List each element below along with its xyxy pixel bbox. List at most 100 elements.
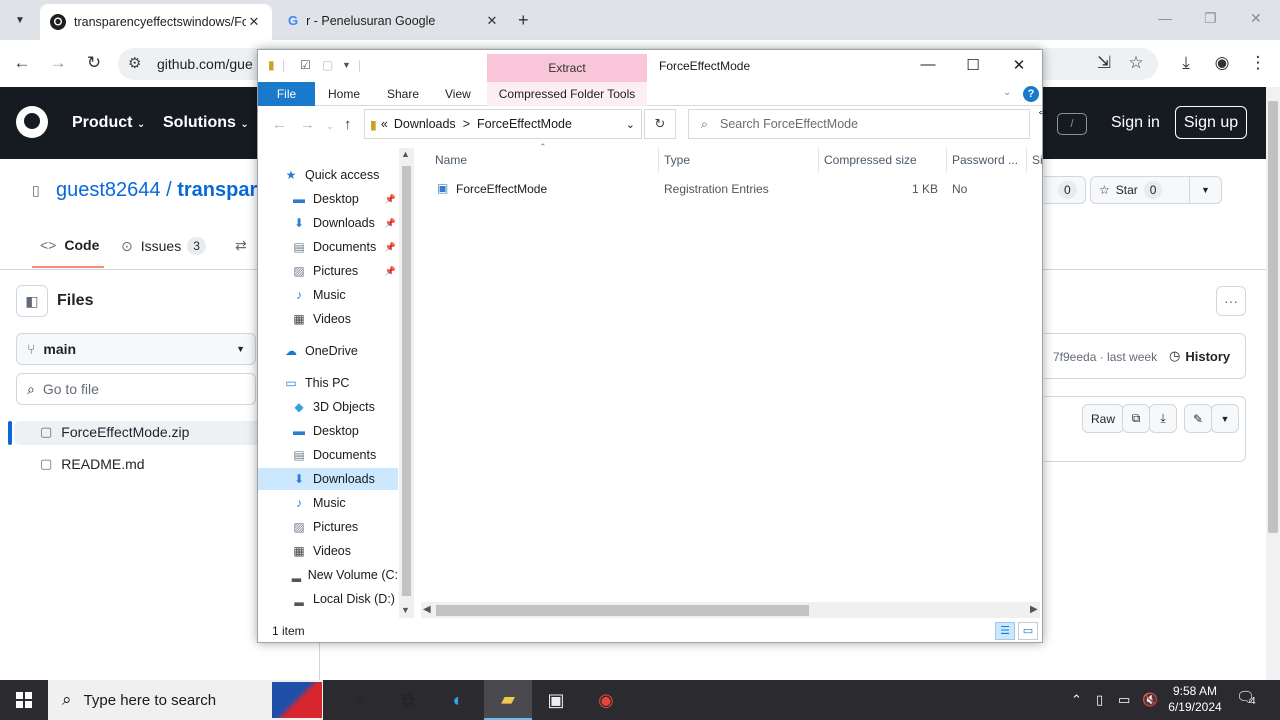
collapse-file-tree-button[interactable]: ◧	[16, 285, 48, 317]
reload-icon[interactable]: ↻	[82, 53, 106, 73]
tree-item-zip[interactable]: ▢ ForceEffectMode.zip	[40, 424, 189, 440]
tab-pull-requests[interactable]: ⇄	[235, 237, 255, 254]
nav-pane-scrollbar-thumb[interactable]	[402, 166, 411, 596]
nav-3d-objects[interactable]: ◆ 3D Objects	[258, 396, 398, 418]
nav-this-pc[interactable]: ▭ This PC	[258, 372, 398, 394]
customize-qat-icon[interactable]: ▼	[342, 60, 351, 70]
new-folder-icon[interactable]: ▢	[322, 58, 333, 72]
close-tab-icon[interactable]: ✕	[484, 13, 500, 29]
start-button[interactable]	[0, 680, 48, 720]
install-app-icon[interactable]: ⇲	[1093, 53, 1115, 73]
repo-owner-link[interactable]: guest82644	[56, 179, 161, 201]
close-window-icon[interactable]: ✕	[1250, 10, 1262, 27]
tab-search-button[interactable]: ▼	[8, 8, 32, 32]
column-name[interactable]: Name	[435, 153, 467, 167]
bookmark-star-icon[interactable]: ☆	[1125, 53, 1147, 73]
show-hidden-icons[interactable]: ⌃	[1071, 692, 1082, 708]
repo-name-link[interactable]: transpare	[177, 179, 268, 201]
nav-pc-desktop[interactable]: ▬ Desktop	[258, 420, 398, 442]
large-icons-view-button[interactable]: ▭	[1018, 622, 1038, 640]
scroll-right-icon[interactable]: ▶	[1030, 604, 1038, 615]
go-to-file-input[interactable]: ⌕ Go to file	[16, 373, 256, 405]
properties-icon[interactable]: ☑	[300, 58, 311, 72]
ribbon-share-tab[interactable]: Share	[387, 87, 419, 101]
column-compressed-size[interactable]: Compressed size	[824, 153, 917, 167]
minimize-icon[interactable]: —	[918, 56, 938, 73]
nav-pc-downloads[interactable]: ⬇ Downloads	[258, 468, 398, 490]
back-arrow-icon[interactable]: ←	[10, 53, 34, 73]
nav-qa-pictures[interactable]: ▨ Pictures 📌	[258, 260, 398, 282]
nav-onedrive[interactable]: ☁ OneDrive	[258, 340, 398, 362]
crumb-separator[interactable]: >	[463, 117, 470, 131]
nav-pc-documents[interactable]: ▤ Documents	[258, 444, 398, 466]
download-icon[interactable]: ⤓	[1175, 53, 1197, 73]
github-logo-icon[interactable]	[16, 106, 48, 138]
download-raw-button[interactable]: ⤓	[1149, 404, 1177, 433]
browser-tab-google[interactable]: G r - Penelusuran Google ✕	[278, 5, 510, 36]
explorer-search-input[interactable]: ⌕ Search ForceEffectMode	[688, 109, 1030, 139]
nav-pc-videos[interactable]: ▦ Videos	[258, 540, 398, 562]
file-row[interactable]: ▣ ForceEffectMode Registration Entries 1…	[433, 178, 1028, 200]
recent-locations-icon[interactable]: ⌄	[326, 121, 334, 132]
crumb-downloads[interactable]: Downloads	[394, 117, 456, 131]
new-tab-button[interactable]: +	[518, 10, 529, 31]
horizontal-scrollbar-thumb[interactable]	[436, 605, 809, 616]
network-icon[interactable]: ▭	[1118, 692, 1130, 708]
nav-qa-music[interactable]: ♪ Music	[258, 284, 398, 306]
watch-button[interactable]: 0	[1044, 176, 1086, 204]
nav-drive-d[interactable]: ▂ Local Disk (D:)	[258, 588, 398, 610]
expand-ribbon-icon[interactable]: ⌄	[1003, 87, 1011, 98]
column-separator[interactable]	[946, 147, 947, 173]
tree-item-readme[interactable]: ▢ README.md	[40, 456, 145, 472]
ribbon-view-tab[interactable]: View	[445, 87, 471, 101]
scroll-up-icon[interactable]: ▲	[401, 149, 410, 159]
branch-selector[interactable]: ⑂ main ▼	[16, 333, 256, 365]
ribbon-compressed-tools-tab[interactable]: Compressed Folder Tools	[487, 82, 647, 106]
action-center-button[interactable]: 🗨 4	[1236, 688, 1256, 707]
task-view-button[interactable]: ⧉	[384, 680, 432, 720]
column-size[interactable]: Si	[1032, 153, 1043, 167]
column-password[interactable]: Password ...	[952, 153, 1018, 167]
crumb-forceeffectmode[interactable]: ForceEffectMode	[477, 117, 626, 131]
extract-context-tab[interactable]: Extract	[487, 54, 647, 82]
forward-arrow-icon[interactable]: →	[300, 116, 315, 133]
nav-product[interactable]: Product ⌄	[72, 114, 145, 132]
search-shortcut-key[interactable]: /	[1057, 113, 1087, 135]
nav-qa-downloads[interactable]: ⬇ Downloads 📌	[258, 212, 398, 234]
page-scrollbar-thumb[interactable]	[1268, 101, 1278, 533]
taskbar-store[interactable]: ▣	[532, 680, 580, 720]
cortana-button[interactable]: ○	[336, 680, 384, 720]
copy-button[interactable]: ⧉	[1122, 404, 1150, 433]
close-icon[interactable]: ✕	[1009, 56, 1029, 74]
column-type[interactable]: Type	[664, 153, 690, 167]
browser-menu-icon[interactable]: ⋮	[1247, 53, 1269, 73]
raw-button[interactable]: Raw	[1082, 404, 1125, 433]
search-highlight-image[interactable]	[272, 682, 322, 718]
restore-window-icon[interactable]: ❐	[1204, 10, 1217, 27]
browser-tab-github[interactable]: transparencyeffectswindows/Fo ✕	[40, 4, 272, 40]
edit-dropdown-button[interactable]: ▼	[1211, 404, 1239, 433]
ribbon-home-tab[interactable]: Home	[328, 87, 360, 101]
details-view-button[interactable]: ☰	[995, 622, 1015, 640]
minimize-window-icon[interactable]: —	[1158, 10, 1172, 26]
ribbon-file-tab[interactable]: File	[258, 82, 315, 106]
site-info-icon[interactable]: ⚙	[128, 54, 141, 72]
up-arrow-icon[interactable]: ↑	[344, 116, 352, 133]
help-icon[interactable]: ?	[1023, 86, 1039, 102]
taskbar-file-explorer[interactable]: ▰	[484, 680, 532, 720]
scroll-left-icon[interactable]: ◀	[423, 604, 431, 615]
nav-qa-documents[interactable]: ▤ Documents 📌	[258, 236, 398, 258]
nav-quick-access[interactable]: ★ Quick access	[258, 164, 398, 186]
column-separator[interactable]	[1026, 147, 1027, 173]
volume-muted-icon[interactable]: 🔇	[1142, 692, 1158, 708]
address-overflow[interactable]: «	[381, 117, 388, 131]
star-button[interactable]: ☆ Star 0	[1090, 176, 1190, 204]
column-separator[interactable]	[658, 147, 659, 173]
refresh-button[interactable]: ↻	[644, 109, 676, 139]
close-tab-icon[interactable]: ✕	[246, 14, 262, 30]
more-options-button[interactable]: ···	[1216, 286, 1246, 316]
nav-drive-c[interactable]: ▂ New Volume (C:	[258, 564, 398, 586]
column-separator[interactable]	[818, 147, 819, 173]
nav-solutions[interactable]: Solutions ⌄	[163, 114, 249, 132]
back-arrow-icon[interactable]: ←	[272, 116, 287, 133]
